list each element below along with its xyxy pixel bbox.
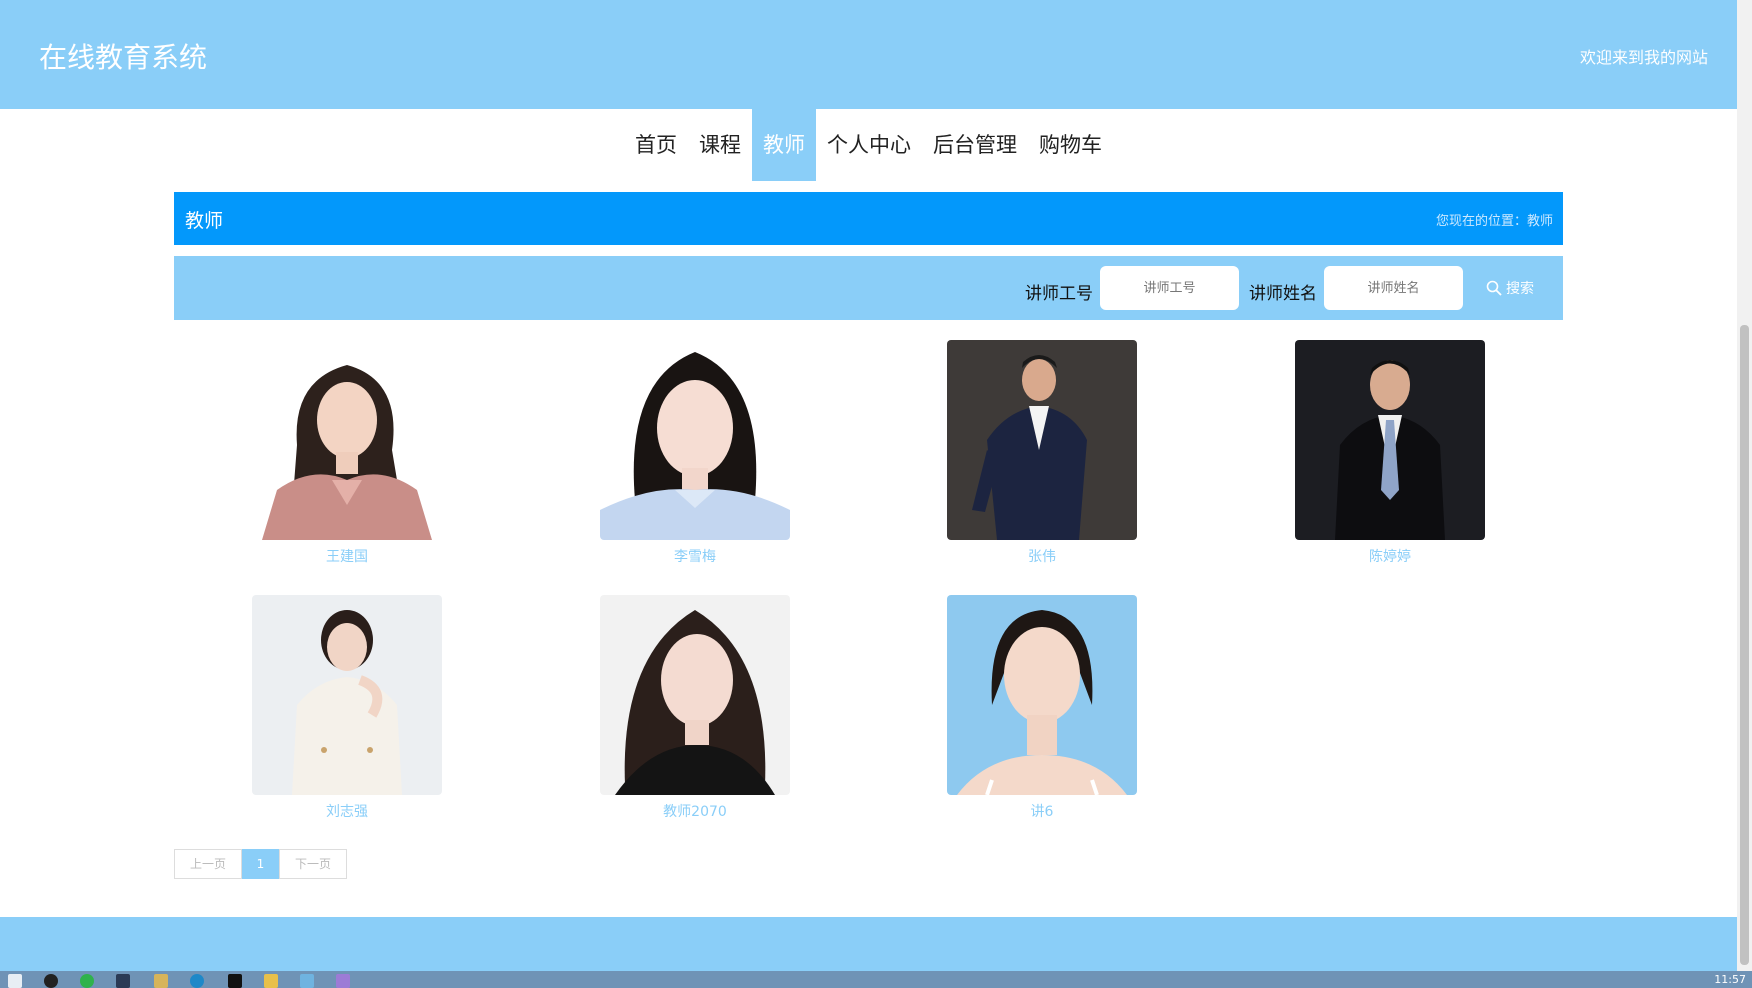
teacher-card[interactable]: 陈婷婷: [1295, 340, 1485, 566]
app-icon[interactable]: [116, 974, 130, 988]
breadcrumb: 您现在的位置：教师: [1435, 214, 1553, 229]
qq-icon[interactable]: [44, 974, 58, 988]
site-footer: [0, 917, 1737, 971]
browser-icon[interactable]: [190, 974, 204, 988]
taskbar: 11:57: [0, 971, 1752, 988]
site-title[interactable]: 在线教育系统: [39, 36, 207, 76]
teacher-photo[interactable]: [947, 595, 1137, 795]
teacher-name[interactable]: 讲6: [947, 801, 1137, 821]
teacher-name[interactable]: 王建国: [252, 546, 442, 566]
welcome-text: 欢迎来到我的网站: [1579, 48, 1708, 67]
search-button[interactable]: 搜索: [1486, 278, 1534, 298]
notepad-icon[interactable]: [300, 974, 314, 988]
nav-cart[interactable]: 购物车: [1028, 109, 1113, 181]
site-header: 在线教育系统 欢迎来到我的网站: [0, 0, 1737, 109]
search-button-label: 搜索: [1506, 281, 1534, 297]
teacher-photo[interactable]: [1295, 340, 1485, 540]
search-icon: [1486, 280, 1502, 296]
nav-home[interactable]: 首页: [624, 109, 688, 181]
teacher-name[interactable]: 刘志强: [252, 801, 442, 821]
search-bar: 讲师工号 讲师姓名 搜索: [174, 256, 1563, 320]
teacher-name[interactable]: 张伟: [947, 546, 1137, 566]
clock[interactable]: 11:57: [1714, 973, 1746, 986]
teacher-name-label: 讲师姓名: [1249, 284, 1317, 304]
teacher-photo[interactable]: [252, 595, 442, 795]
next-page-button[interactable]: 下一页: [279, 849, 347, 879]
nav-admin[interactable]: 后台管理: [922, 109, 1028, 181]
file-explorer-icon[interactable]: [264, 974, 278, 988]
teacher-name[interactable]: 教师2070: [600, 801, 790, 821]
main-nav: 首页 课程 教师 个人中心 后台管理 购物车: [0, 109, 1737, 181]
pagination: 上一页 1 下一页: [174, 849, 347, 879]
scrollbar-thumb[interactable]: [1740, 325, 1749, 965]
scrollbar[interactable]: [1737, 0, 1752, 971]
teacher-id-input[interactable]: [1100, 266, 1239, 310]
page-number-button[interactable]: 1: [242, 849, 279, 879]
teacher-name[interactable]: 李雪梅: [600, 546, 790, 566]
teacher-photo[interactable]: [252, 340, 442, 540]
page: 在线教育系统 欢迎来到我的网站 首页 课程 教师 个人中心 后台管理 购物车 教…: [0, 0, 1752, 988]
page-title: 教师: [185, 210, 224, 232]
teacher-card[interactable]: 王建国: [252, 340, 442, 566]
start-icon[interactable]: [8, 974, 22, 988]
nav-personal-center[interactable]: 个人中心: [816, 109, 922, 181]
teacher-card[interactable]: 李雪梅: [600, 340, 790, 566]
pycharm-icon[interactable]: [228, 974, 242, 988]
teacher-photo[interactable]: [600, 340, 790, 540]
nav-teachers[interactable]: 教师: [752, 109, 816, 181]
teacher-id-label: 讲师工号: [1025, 284, 1093, 304]
teacher-name[interactable]: 陈婷婷: [1295, 546, 1485, 566]
teacher-card[interactable]: 教师2070: [600, 595, 790, 821]
teacher-photo[interactable]: [947, 340, 1137, 540]
page-title-bar: 教师 您现在的位置：教师: [174, 192, 1563, 245]
teacher-card[interactable]: 刘志强: [252, 595, 442, 821]
nav-courses[interactable]: 课程: [688, 109, 752, 181]
teacher-card[interactable]: 讲6: [947, 595, 1137, 821]
teacher-card[interactable]: 张伟: [947, 340, 1137, 566]
teacher-photo[interactable]: [600, 595, 790, 795]
wechat-icon[interactable]: [80, 974, 94, 988]
folder-icon[interactable]: [154, 974, 168, 988]
prev-page-button[interactable]: 上一页: [174, 849, 242, 879]
teacher-name-input[interactable]: [1324, 266, 1463, 310]
app-icon[interactable]: [336, 974, 350, 988]
